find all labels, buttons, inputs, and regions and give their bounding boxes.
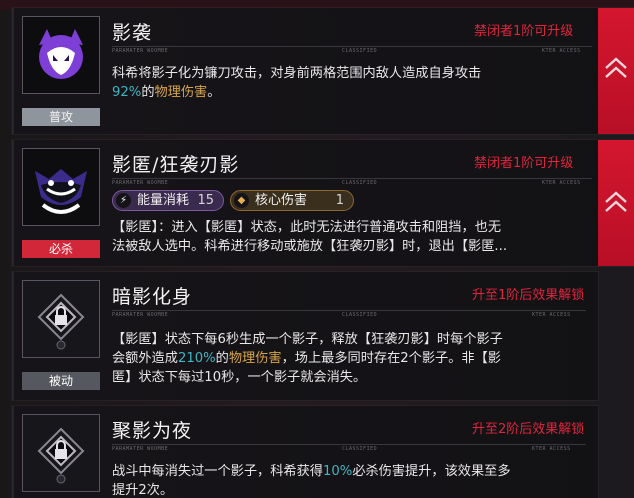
micro-label: CLASSIFIED [342,446,378,452]
skill-icon-frame [22,148,100,226]
desc-text: 。 [207,85,221,100]
energy-cost-badge: ⚡ 能量消耗 15 [112,190,224,211]
desc-percent: 92% [112,85,142,100]
skill-description: 【影匿】状态下每6秒生成一个影子，释放【狂袭刃影】时每个影子 会额外造成210%… [112,330,503,387]
micro-label: CLASSIFIED [342,48,378,54]
upgrade-button[interactable] [598,8,634,134]
upgrade-button[interactable] [598,140,634,266]
diamond-icon: ◆ [234,193,249,208]
desc-text: ，场上最多同时存在2个影子。非【影 [281,351,501,366]
badge-value: 15 [197,193,214,208]
unlock-hint: 升至1阶后效果解锁 [472,288,585,303]
chevron-up-icon [605,57,627,78]
card-rail [12,140,14,266]
unlock-hint: 升至2阶后效果解锁 [472,422,585,437]
desc-line: 科希将影子化为镰刀攻击，对身前两格范围内敌人造成自身攻击 [112,66,482,81]
micro-label: KTER ACCESS [532,446,571,452]
desc-keyword: 物理伤害 [228,351,282,366]
skill-card-passive[interactable]: 被动 暗影化身 升至1阶后效果解锁 PARAMATER WOOMBE CLASS… [12,272,598,400]
skill-card-basic[interactable]: 普攻 影袭 禁闭者1阶可升级 PARAMATER WOOMBE CLASSIFI… [12,8,634,134]
micro-label: KTER ACCESS [542,48,581,54]
desc-text: 的 [215,351,229,366]
badge-value: 1 [335,193,344,208]
micro-label: CLASSIFIED [342,312,378,318]
card-rail [12,272,14,400]
skill-name: 暗影化身 [112,286,193,308]
desc-text: 战斗中每消失过一个影子，科希获得 [112,464,323,479]
desc-line: 提升2次。 [112,483,174,498]
skill-icon-frame [22,16,100,94]
upgrade-hint: 禁闭者1阶可升级 [474,156,574,171]
skill-list-screen: 普攻 影袭 禁闭者1阶可升级 PARAMATER WOOMBE CLASSIFI… [0,0,634,498]
upgrade-hint: 禁闭者1阶可升级 [474,24,574,39]
skill-type-tag: 普攻 [22,108,100,126]
desc-line: 【影匿】：进入【影匿】状态，此时无法进行普通攻击和阻挡，也无 [112,220,502,235]
skill-name: 聚影为夜 [112,420,193,442]
badge-label: 能量消耗 [137,193,190,208]
skill-description: 【影匿】：进入【影匿】状态，此时无法进行普通攻击和阻挡，也无 法被敌人选中。科希… [112,218,507,256]
skill-card-ultimate[interactable]: 必杀 影匿/狂袭刃影 禁闭者1阶可升级 PARAMATER WOOMBE CLA… [12,140,634,266]
skill-description: 科希将影子化为镰刀攻击，对身前两格范围内敌人造成自身攻击 92%的物理伤害。 [112,64,481,102]
desc-text: 会额外造成 [112,351,178,366]
badge-label: 核心伤害 [255,193,308,208]
skill-name: 影匿/狂袭刃影 [112,154,240,176]
chevron-up-icon [605,191,627,212]
micro-label: KTER ACCESS [542,180,581,186]
desc-percent: 10% [323,464,353,479]
desc-line: 法被敌人选中。科希进行移动或施放【狂袭刃影】时，退出【影匿... [112,239,508,254]
micro-label: CLASSIFIED [342,180,378,186]
skill-description: 战斗中每消失过一个影子，科希获得10%必杀伤害提升，该效果至多 提升2次。 [112,462,511,498]
desc-line: 匿】状态下每过10秒，一个影子就会消失。 [112,370,367,385]
micro-label: PARAMATER WOOMBE [112,446,169,452]
core-damage-badge: ◆ 核心伤害 1 [230,190,354,211]
divider [112,444,586,445]
desc-percent: 210% [177,351,216,366]
skill-icon-frame [22,280,100,358]
skill-name: 影袭 [112,22,153,44]
grinning-shadow-icon [35,169,87,214]
desc-line: 会额外造成210%的物理伤害，场上最多同时存在2个影子。非【影 [112,349,503,368]
micro-label: PARAMATER WOOMBE [112,180,169,186]
micro-label: PARAMATER WOOMBE [112,48,169,54]
divider [112,310,586,311]
micro-label: KTER ACCESS [532,312,571,318]
desc-line: 92%的物理伤害。 [112,83,481,102]
divider [112,46,592,47]
card-rail [12,406,14,498]
divider [112,178,592,179]
skill-icon-frame [22,414,100,492]
desc-line: 【影匿】状态下每6秒生成一个影子，释放【狂袭刃影】时每个影子 [112,332,503,347]
desc-text: 必杀伤害提升，该效果至多 [352,464,511,479]
card-rail [12,8,14,134]
lock-emblem-icon [37,427,85,484]
desc-text: 的 [141,85,155,100]
demon-cat-icon [39,29,83,79]
skill-card-passive-2[interactable]: 聚影为夜 升至2阶后效果解锁 PARAMATER WOOMBE CLASSIFI… [12,406,598,498]
skill-type-tag: 被动 [22,372,100,390]
skill-type-tag: 必杀 [22,240,100,258]
desc-keyword: 物理伤害 [154,85,208,100]
lock-emblem-icon [37,293,85,350]
micro-label: PARAMATER WOOMBE [112,312,169,318]
lightning-icon: ⚡ [116,193,131,208]
desc-line: 战斗中每消失过一个影子，科希获得10%必杀伤害提升，该效果至多 [112,462,511,481]
